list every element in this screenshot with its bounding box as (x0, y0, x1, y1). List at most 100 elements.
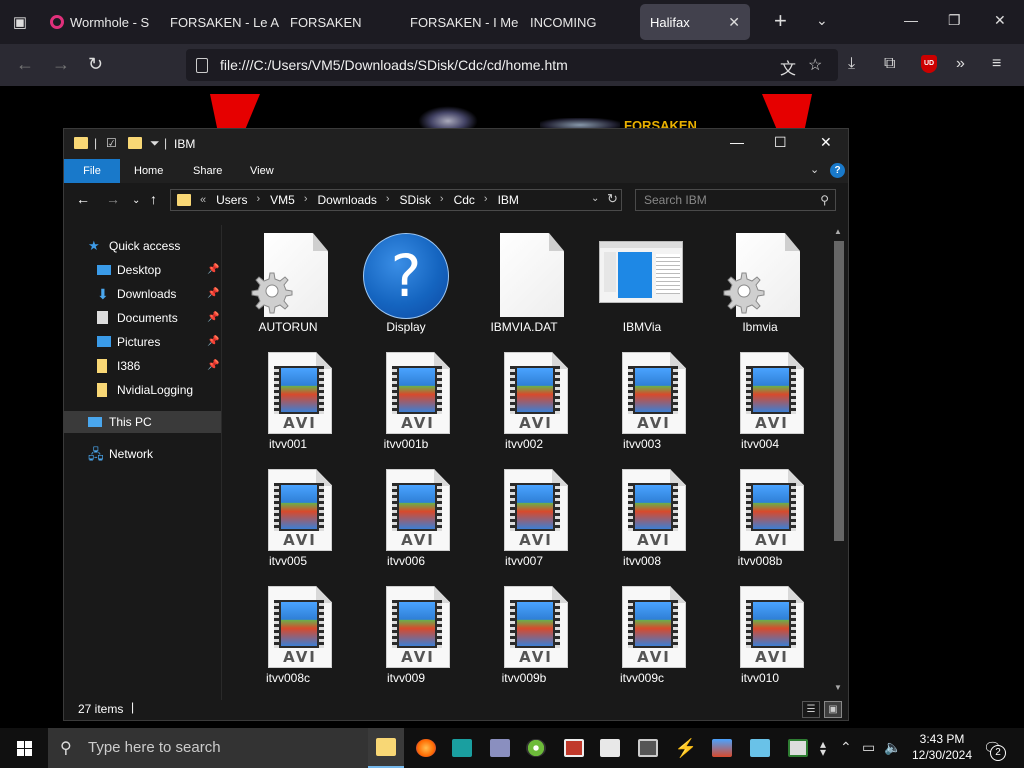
large-icons-view-icon[interactable]: ▣ (824, 701, 842, 718)
new-folder-icon[interactable] (128, 137, 142, 149)
forward-icon[interactable]: → (106, 192, 120, 206)
ublock-icon[interactable]: UD (921, 55, 937, 73)
breadcrumb-chevron-icon[interactable]: › (440, 193, 444, 207)
breadcrumb-chevron-icon[interactable]: › (256, 193, 260, 207)
nav-item-nvidialogging[interactable]: NvidiaLogging (64, 379, 221, 401)
file-item[interactable]: AUTORUN (232, 229, 344, 334)
breadcrumb-item[interactable]: Users (216, 193, 247, 207)
breadcrumb-item[interactable]: Cdc (454, 193, 475, 207)
app-menu-icon[interactable]: ≡ (992, 55, 1001, 73)
refresh-icon[interactable]: ↻ (607, 191, 618, 207)
browser-close-button[interactable]: ✕ (994, 12, 1006, 29)
nav-network[interactable]: 🖧 Network (64, 443, 221, 465)
volume-muted-icon[interactable]: 🔈 (884, 740, 901, 754)
taskbar-search[interactable]: ⚲ Type here to search (48, 728, 368, 768)
file-item[interactable]: IBMVIA.DAT (468, 229, 580, 334)
scroll-down-icon[interactable]: ▼ (834, 683, 842, 692)
back-arrow-icon[interactable]: ← (16, 55, 34, 73)
file-item[interactable]: AVI itvv009b (468, 580, 580, 685)
nav-item-documents[interactable]: Documents 📌 (64, 307, 221, 329)
file-item[interactable]: AVI itvv009c (586, 580, 698, 685)
breadcrumb-chevron-icon[interactable]: › (484, 193, 488, 207)
box-app-icon[interactable] (482, 728, 518, 768)
browser-tab[interactable]: FORSAKEN (280, 4, 400, 40)
tab-close-icon[interactable]: ✕ (728, 14, 740, 31)
file-item[interactable]: AVI itvv004 (704, 346, 816, 451)
file-item[interactable]: ? Display (350, 229, 462, 334)
explorer-maximize-button[interactable]: ☐ (774, 134, 787, 151)
tab-view[interactable]: View (236, 159, 288, 183)
file-item[interactable]: AVI itvv001b (350, 346, 462, 451)
expand-ribbon-icon[interactable]: ⌄ (810, 163, 819, 176)
browser-tab[interactable]: FORSAKEN - I Me (400, 4, 520, 40)
breadcrumb-item[interactable]: VM5 (270, 193, 295, 207)
breadcrumb-item[interactable]: IBM (498, 193, 519, 207)
tab-file[interactable]: File (64, 159, 120, 183)
file-item[interactable]: AVI itvv009 (350, 580, 462, 685)
clock-app-icon[interactable] (556, 728, 592, 768)
url-bar[interactable]: file:///C:/Users/VM5/Downloads/SDisk/Cdc… (186, 49, 838, 81)
nav-item-i386[interactable]: I386 📌 (64, 355, 221, 377)
bookmark-star-icon[interactable]: ☆ (808, 55, 822, 75)
file-item[interactable]: AVI itvv002 (468, 346, 580, 451)
back-icon[interactable]: ← (76, 192, 90, 206)
translate-icon[interactable]: ⽂ (780, 55, 796, 79)
nav-item-pictures[interactable]: Pictures 📌 (64, 331, 221, 353)
reload-icon[interactable]: ↻ (88, 55, 103, 73)
nav-item-desktop[interactable]: Desktop 📌 (64, 259, 221, 281)
file-item[interactable]: Ibmvia (704, 229, 816, 334)
browser-tab[interactable]: INCOMING (520, 4, 640, 40)
scroll-up-icon[interactable]: ▲ (834, 227, 842, 236)
new-tab-button[interactable]: + (774, 10, 787, 32)
nav-item-downloads[interactable]: ⬇ Downloads 📌 (64, 283, 221, 305)
clock[interactable]: 3:43 PM 12/30/2024 (904, 731, 980, 763)
tab-groups-button[interactable]: ▣ (0, 0, 40, 44)
overflow-menu-icon[interactable]: » (956, 55, 965, 73)
file-item[interactable]: AVI itvv006 (350, 463, 462, 568)
explorer-close-button[interactable]: ✕ (820, 134, 832, 151)
recent-locations-icon[interactable]: ⌄ (132, 194, 140, 208)
breadcrumb-chevron-icon[interactable]: › (386, 193, 390, 207)
file-item[interactable]: IBMVia (586, 229, 698, 334)
file-item[interactable]: AVI itvv008b (704, 463, 816, 568)
extensions-icon[interactable]: ⧉ (884, 55, 895, 73)
file-explorer-taskbar-icon[interactable] (368, 728, 404, 768)
window-app-icon[interactable] (592, 728, 628, 768)
breadcrumb-item[interactable]: SDisk (400, 193, 431, 207)
file-item[interactable]: AVI itvv001 (232, 346, 344, 451)
vertical-scrollbar[interactable]: ▲ ▼ (830, 225, 848, 700)
monitor-app-icon[interactable] (630, 728, 666, 768)
file-item[interactable]: AVI itvv010 (704, 580, 816, 685)
file-item[interactable]: AVI itvv003 (586, 346, 698, 451)
search-input[interactable]: Search IBM ⚲ (635, 189, 836, 211)
forward-arrow-icon[interactable]: → (52, 55, 70, 73)
network-tray-icon[interactable]: ▭ (862, 740, 875, 754)
file-item[interactable]: AVI itvv005 (232, 463, 344, 568)
browser-tab[interactable]: FORSAKEN - Le A (160, 4, 280, 40)
browser-restore-button[interactable]: ❐ (948, 12, 961, 29)
address-bar[interactable]: « Users › VM5 › Downloads › SDisk › Cdc › IBM ⌄ ↻ (170, 189, 622, 211)
nav-this-pc[interactable]: This PC (64, 411, 221, 433)
start-button[interactable] (0, 728, 48, 768)
details-view-icon[interactable]: ☰ (802, 701, 820, 718)
browser-tab[interactable]: Halifax ✕ (640, 4, 750, 40)
scroll-tray-icon[interactable]: ▴ ▾ (820, 738, 826, 758)
downloads-icon[interactable]: ⤓ (848, 55, 855, 73)
disc-app-icon[interactable] (518, 728, 554, 768)
file-item[interactable]: AVI itvv008c (232, 580, 344, 685)
show-hidden-icons[interactable]: ⌃ (840, 740, 852, 754)
browser-tab[interactable]: Wormhole - S (40, 4, 160, 40)
media-app-icon[interactable] (704, 728, 740, 768)
scroll-thumb[interactable] (834, 241, 844, 541)
lightning-app-icon[interactable]: ⚡ (668, 728, 704, 768)
file-item[interactable]: AVI itvv007 (468, 463, 580, 568)
address-dropdown-icon[interactable]: ⌄ (591, 193, 599, 204)
up-arrow-icon[interactable]: ↑ (150, 192, 157, 206)
explorer-minimize-button[interactable]: — (730, 134, 744, 150)
tab-home[interactable]: Home (120, 159, 177, 183)
notes-app-icon[interactable] (742, 728, 778, 768)
properties-icon[interactable]: ☑ (106, 136, 117, 150)
breadcrumb-item[interactable]: Downloads (318, 193, 377, 207)
browser-minimize-button[interactable]: — (904, 12, 918, 28)
terminal-app-icon[interactable] (780, 728, 816, 768)
